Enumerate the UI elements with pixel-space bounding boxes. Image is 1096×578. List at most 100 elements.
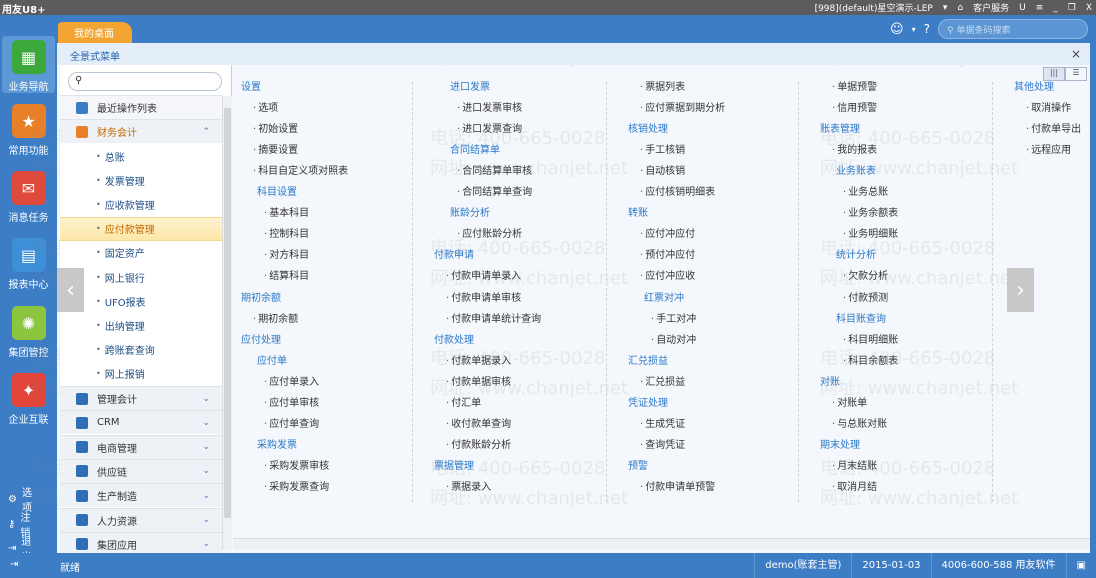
menu-link[interactable]: 收付款单查询 bbox=[446, 418, 511, 439]
menu-link[interactable]: 取消操作 bbox=[1026, 102, 1071, 123]
barcode-search-input[interactable]: ⚲ 单据条码搜索 bbox=[938, 19, 1088, 39]
menu-item[interactable]: 出纳管理 bbox=[60, 313, 222, 337]
menu-link[interactable]: 我的报表 bbox=[832, 144, 877, 165]
chevron-down-icon[interactable]: ⌄ bbox=[202, 394, 210, 404]
menu-link[interactable]: 月末结账 bbox=[832, 460, 877, 481]
chevron-up-icon[interactable]: ⌃ bbox=[202, 127, 210, 137]
chevron-down-icon[interactable]: ⌄ bbox=[202, 539, 210, 549]
menu-link[interactable]: 业务总账 bbox=[843, 186, 888, 207]
menu-link[interactable]: 付款单据录入 bbox=[446, 355, 511, 376]
menu-link[interactable]: 生成凭证 bbox=[640, 418, 685, 439]
customer-service-menu[interactable]: 客户服务 bbox=[973, 1, 1009, 14]
menu-category[interactable]: 生产制造 ⌄ bbox=[60, 483, 222, 508]
menu-link[interactable]: 付款单据审核 bbox=[446, 376, 511, 397]
horizontal-scrollbar[interactable] bbox=[233, 538, 1090, 549]
menu-item[interactable]: 固定资产 bbox=[60, 241, 222, 265]
menu-search-input[interactable]: ⚲ bbox=[68, 72, 222, 91]
menu-link[interactable]: 付款申请单预警 bbox=[640, 481, 715, 502]
menu-item[interactable]: 应付款管理 bbox=[60, 216, 222, 241]
menu-item[interactable]: 应收款管理 bbox=[60, 192, 222, 216]
menu-link[interactable]: 基本科目 bbox=[264, 207, 309, 228]
list-view-toggle[interactable]: ☰ bbox=[1065, 67, 1087, 81]
chevron-down-icon[interactable]: ⌄ bbox=[202, 418, 210, 428]
menu-link[interactable]: 付款单导出 bbox=[1026, 123, 1081, 144]
menu-link[interactable]: 应付票据到期分析 bbox=[640, 102, 725, 123]
menu-link[interactable]: 远程应用 bbox=[1026, 144, 1071, 165]
menu-category[interactable]: 人力资源 ⌄ bbox=[60, 507, 222, 532]
help-icon[interactable]: U bbox=[1019, 3, 1026, 13]
chevron-down-icon[interactable]: ⌄ bbox=[202, 491, 210, 501]
help-icon[interactable]: ? bbox=[924, 22, 930, 36]
menu-link[interactable]: 科目余额表 bbox=[843, 355, 898, 376]
menu-link[interactable]: 进口发票审核 bbox=[457, 102, 522, 123]
minimize-button[interactable]: _ bbox=[1053, 3, 1058, 13]
menu-link[interactable]: 欠款分析 bbox=[843, 270, 888, 291]
account-dropdown[interactable]: ▾ bbox=[943, 3, 948, 13]
chevron-down-icon[interactable]: ⌄ bbox=[202, 466, 210, 476]
menu-item[interactable]: 总账 bbox=[60, 144, 222, 168]
nav-item-5[interactable]: ✦ 企业互联 bbox=[2, 373, 55, 426]
menu-link[interactable]: 汇兑损益 bbox=[640, 376, 685, 397]
menu-item[interactable]: 发票管理 bbox=[60, 168, 222, 192]
menu-link[interactable]: 付款账龄分析 bbox=[446, 439, 511, 460]
menu-link[interactable]: 业务明细账 bbox=[843, 228, 898, 249]
menu-link[interactable]: 对账单 bbox=[832, 397, 867, 418]
menu-recent-operations[interactable]: 最近操作列表 bbox=[60, 95, 222, 119]
menu-link[interactable]: 付款预测 bbox=[843, 292, 888, 313]
menu-link[interactable]: 初始设置 bbox=[253, 123, 298, 144]
menu-link[interactable]: 采购发票查询 bbox=[264, 481, 329, 502]
menu-category[interactable]: 电商管理 ⌄ bbox=[60, 434, 222, 459]
nav-item-3[interactable]: ▤ 报表中心 bbox=[2, 238, 55, 291]
menu-link[interactable]: 手工核销 bbox=[640, 144, 685, 165]
menu-link[interactable]: 应付核销明细表 bbox=[640, 186, 715, 207]
nav-item-0[interactable]: ▦ 业务导航 bbox=[2, 36, 55, 93]
menu-link[interactable]: 预付冲应付 bbox=[640, 249, 695, 270]
menu-link[interactable]: 进口发票查询 bbox=[457, 123, 522, 144]
menu-link[interactable]: 信用预警 bbox=[832, 102, 877, 123]
chevron-down-icon[interactable]: ⌄ bbox=[202, 442, 210, 452]
menu-link[interactable]: 应付单查询 bbox=[264, 418, 319, 439]
nav-item-4[interactable]: ✺ 集团管控 bbox=[2, 306, 55, 359]
restore-button[interactable]: ❐ bbox=[1068, 3, 1076, 13]
close-panel-icon[interactable]: × bbox=[1071, 47, 1081, 61]
menu-link[interactable]: 查询凭证 bbox=[640, 439, 685, 460]
chevron-down-icon[interactable]: ▾ bbox=[912, 25, 916, 34]
column-view-toggle[interactable]: ||| bbox=[1043, 67, 1065, 81]
dock-icon[interactable]: ⇥ bbox=[10, 559, 18, 570]
menu-link[interactable]: 科目明细账 bbox=[843, 334, 898, 355]
menu-link[interactable]: 单据预警 bbox=[832, 81, 877, 102]
menu-link[interactable]: 付款申请单审核 bbox=[446, 292, 521, 313]
settings-icon[interactable]: ≡ bbox=[1036, 3, 1044, 13]
menu-link[interactable]: 付款申请单录入 bbox=[446, 270, 521, 291]
menu-link[interactable]: 业务余额表 bbox=[843, 207, 898, 228]
menu-link[interactable]: 付款申请单统计查询 bbox=[446, 313, 541, 334]
prev-page-button[interactable]: ‹ bbox=[57, 268, 84, 312]
menu-link[interactable]: 合同结算单审核 bbox=[457, 165, 532, 186]
tab-my-desktop[interactable]: 我的桌面 bbox=[58, 22, 132, 43]
menu-link[interactable]: 应付冲应付 bbox=[640, 228, 695, 249]
menu-link[interactable]: 应付冲应收 bbox=[640, 270, 695, 291]
menu-link[interactable]: 选项 bbox=[253, 102, 278, 123]
smiley-icon[interactable]: ☺ bbox=[890, 22, 904, 37]
menu-item[interactable]: 网上报销 bbox=[60, 362, 222, 386]
menu-link[interactable]: 自动对冲 bbox=[651, 334, 696, 355]
nav-item-2[interactable]: ✉ 消息任务 bbox=[2, 171, 55, 224]
menu-link[interactable]: 与总账对账 bbox=[832, 418, 887, 439]
menu-link[interactable]: 对方科目 bbox=[264, 249, 309, 270]
menu-item[interactable]: 跨账套查询 bbox=[60, 338, 222, 362]
menu-link[interactable]: 手工对冲 bbox=[651, 313, 696, 334]
chevron-down-icon[interactable]: ⌄ bbox=[202, 515, 210, 525]
menu-link[interactable]: 应付账龄分析 bbox=[457, 228, 522, 249]
menu-link[interactable]: 结算科目 bbox=[264, 270, 309, 291]
menu-link[interactable]: 票据录入 bbox=[446, 481, 491, 502]
menu-link[interactable]: 合同结算单查询 bbox=[457, 186, 532, 207]
menu-link[interactable]: 取消月结 bbox=[832, 481, 877, 502]
menu-item[interactable]: 网上银行 bbox=[60, 265, 222, 289]
menu-item[interactable]: UFO报表 bbox=[60, 289, 222, 313]
menu-finance[interactable]: 财务会计 ⌃ bbox=[60, 119, 222, 143]
next-page-button[interactable]: › bbox=[1007, 268, 1034, 312]
menu-link[interactable]: 摘要设置 bbox=[253, 144, 298, 165]
menu-category[interactable]: 供应链 ⌄ bbox=[60, 458, 222, 483]
menu-link[interactable]: 自动核销 bbox=[640, 165, 685, 186]
menu-scrollbar[interactable] bbox=[222, 96, 232, 550]
